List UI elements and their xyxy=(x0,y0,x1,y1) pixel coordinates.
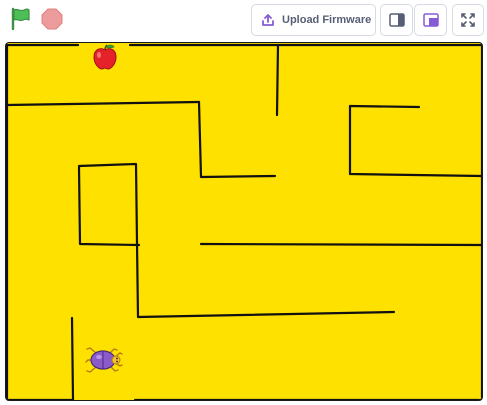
beetle-sprite[interactable] xyxy=(84,343,124,377)
apple-sprite[interactable] xyxy=(91,43,119,71)
green-flag-icon xyxy=(11,7,30,31)
small-stage-button[interactable] xyxy=(380,4,413,36)
upload-icon xyxy=(262,14,274,26)
maze-walls xyxy=(6,43,482,400)
fullscreen-icon xyxy=(461,13,475,27)
large-stage-button[interactable] xyxy=(414,4,447,36)
stage-toolbar: Upload Firmware xyxy=(0,0,487,40)
stop-button[interactable] xyxy=(40,7,64,31)
stage-canvas[interactable] xyxy=(5,42,483,401)
fullscreen-button[interactable] xyxy=(452,4,484,36)
maze-backdrop xyxy=(6,43,482,400)
stop-sign-icon xyxy=(41,8,63,30)
upload-firmware-label: Upload Firmware xyxy=(282,14,372,26)
small-stage-icon xyxy=(388,13,405,27)
upload-firmware-button[interactable]: Upload Firmware xyxy=(251,4,376,36)
large-stage-icon xyxy=(422,13,439,27)
green-flag-button[interactable] xyxy=(8,6,34,32)
